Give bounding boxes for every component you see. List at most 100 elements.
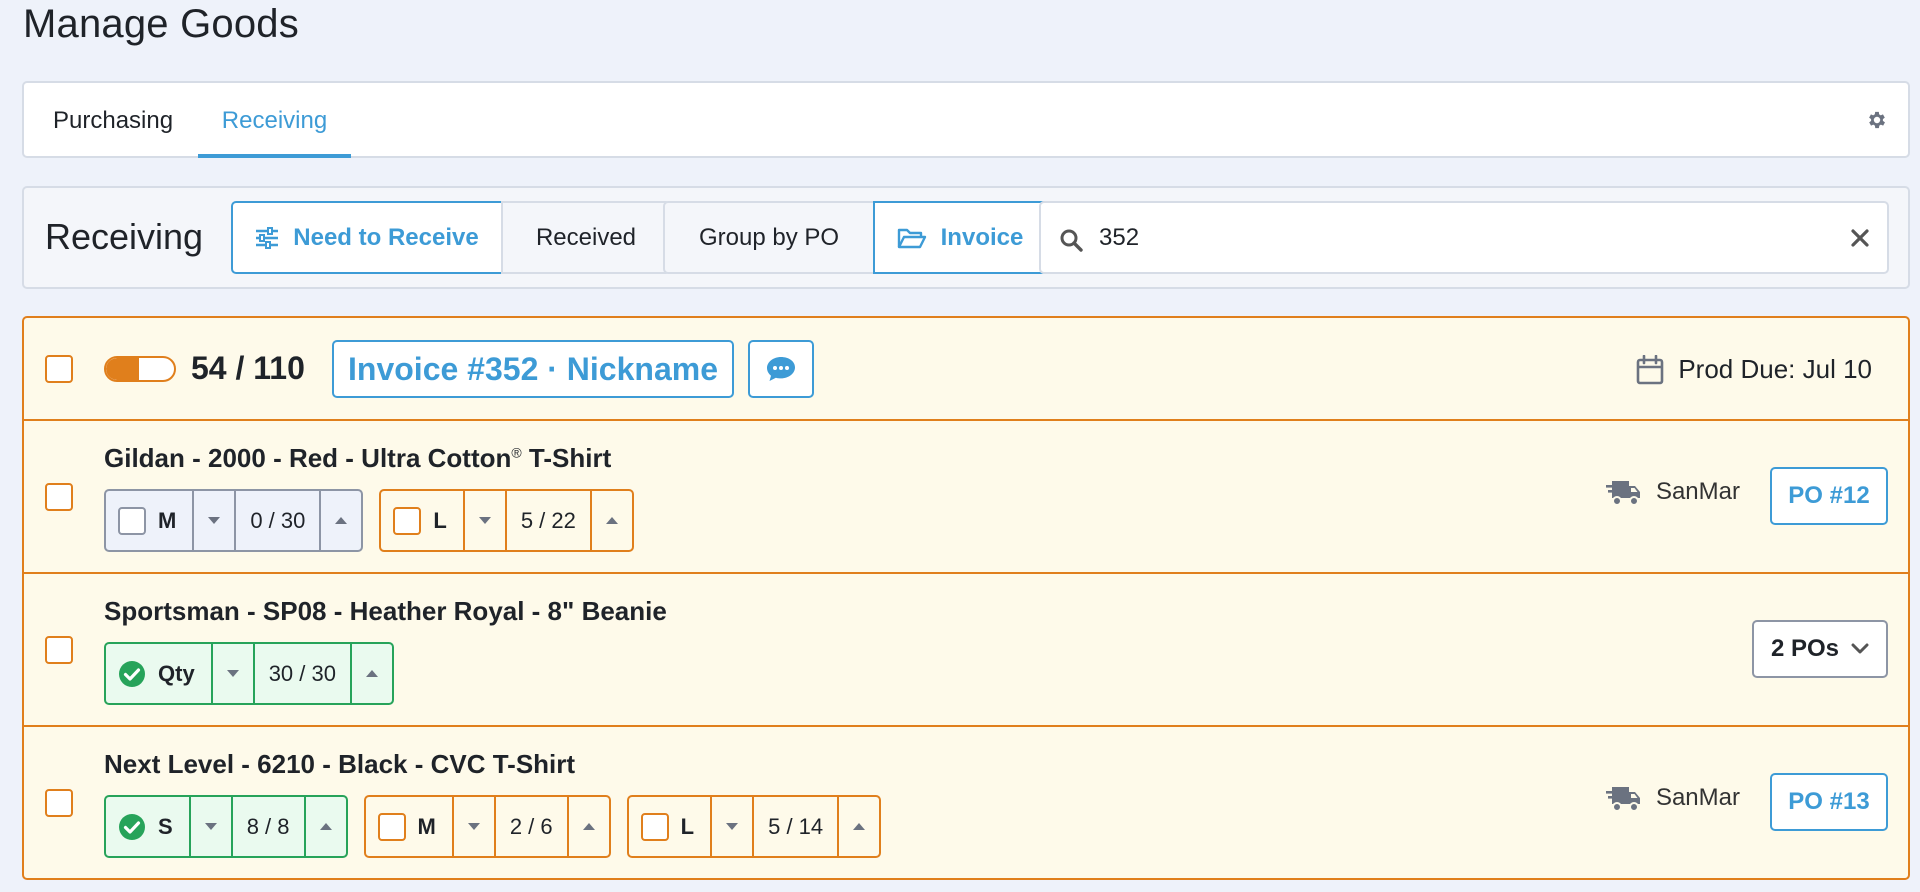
item-row: Gildan - 2000 - Red - Ultra Cotton® T-Sh… [24, 421, 1908, 574]
vendor-info: SanMar [1605, 783, 1740, 813]
size-group-qty: Qty 30 / 30 [104, 642, 394, 705]
decrement-button[interactable] [188, 797, 231, 856]
decrement-button[interactable] [210, 644, 253, 703]
vendor-name: SanMar [1655, 784, 1740, 811]
increment-button[interactable] [303, 797, 346, 856]
size-checkbox[interactable] [393, 506, 422, 535]
item-title: Next Level - 6210 - Black - CVC T-Shirt [104, 749, 576, 779]
group-by-invoice-button[interactable]: Invoice [873, 201, 1047, 274]
chat-bubble-icon [767, 357, 795, 381]
sliders-icon [256, 226, 279, 249]
comments-button[interactable] [748, 340, 814, 398]
invoice-header-row: 54 / 110 Invoice #352 · Nickname Prod Du… [24, 318, 1908, 421]
size-label: Qty [158, 660, 195, 686]
decrement-button[interactable] [192, 491, 234, 550]
size-label: M [158, 507, 177, 533]
size-list: S 8 / 8 M 2 / 6 L 5 / 14 [104, 795, 882, 858]
chevron-down-icon [1851, 643, 1869, 654]
increment-button[interactable] [566, 797, 609, 856]
caret-up-icon [582, 823, 595, 830]
tab-receiving[interactable]: Receiving [198, 83, 351, 158]
toolbar-title: Receiving [45, 216, 204, 257]
group-by-po-button[interactable]: Group by PO [663, 201, 875, 274]
size-checkbox[interactable] [118, 506, 146, 535]
item-row: Next Level - 6210 - Black - CVC T-Shirt … [24, 727, 1908, 878]
size-label: S [158, 813, 173, 839]
caret-down-icon [204, 823, 217, 830]
size-group-l: L 5 / 14 [626, 795, 882, 858]
po-link-button[interactable]: PO #13 [1770, 773, 1888, 831]
po-link-button[interactable]: PO #12 [1770, 467, 1888, 525]
caret-down-icon [467, 823, 480, 830]
size-quantity: 8 / 8 [230, 797, 304, 856]
item-select-checkbox[interactable] [45, 636, 73, 664]
decrement-button[interactable] [451, 797, 494, 856]
size-quantity: 2 / 6 [493, 797, 567, 856]
folder-open-icon [897, 228, 926, 248]
need-to-receive-button[interactable]: Need to Receive [231, 201, 503, 274]
caret-down-icon [726, 823, 739, 830]
size-list: M 0 / 30 L 5 / 22 [104, 489, 634, 552]
increment-button[interactable] [589, 491, 632, 550]
invoice-select-checkbox[interactable] [45, 355, 73, 383]
caret-up-icon [335, 517, 348, 524]
size-quantity: 0 / 30 [234, 491, 319, 550]
increment-button[interactable] [319, 491, 361, 550]
size-group-l: L 5 / 22 [379, 489, 634, 552]
size-label: M [417, 813, 436, 839]
invoice-label: Invoice [940, 223, 1024, 251]
prod-due-label: Prod Due: Jul 10 [1678, 354, 1872, 384]
size-group-s: S 8 / 8 [104, 795, 348, 858]
check-circle-icon[interactable] [118, 813, 146, 841]
caret-down-icon [226, 670, 239, 677]
receive-progress-bar [104, 356, 176, 382]
size-group-m: M 0 / 30 [104, 489, 364, 552]
check-circle-icon[interactable] [118, 660, 146, 688]
receive-progress-fill [106, 358, 140, 380]
received-button[interactable]: Received [501, 201, 671, 274]
calendar-icon [1637, 354, 1664, 384]
caret-up-icon [319, 823, 332, 830]
decrement-button[interactable] [462, 491, 505, 550]
invoice-panel: 54 / 110 Invoice #352 · Nickname Prod Du… [22, 316, 1910, 880]
close-icon[interactable] [1851, 229, 1869, 247]
tab-purchasing[interactable]: Purchasing [53, 83, 173, 158]
caret-down-icon [478, 517, 491, 524]
size-label: L [680, 813, 695, 839]
search-icon [1060, 229, 1083, 252]
truck-icon [1605, 787, 1640, 812]
search-box [1039, 201, 1889, 274]
item-title: Sportsman - SP08 - Heather Royal - 8" Be… [104, 596, 667, 626]
gear-icon[interactable] [1866, 109, 1888, 131]
vendor-name: SanMar [1655, 478, 1740, 505]
tabs-bar: Purchasing Receiving [22, 81, 1910, 158]
size-label: L [433, 507, 447, 533]
size-quantity: 5 / 22 [504, 491, 590, 550]
size-group-m: M 2 / 6 [363, 795, 611, 858]
item-select-checkbox[interactable] [45, 789, 73, 817]
pos-dropdown-button[interactable]: 2 POs [1752, 620, 1888, 678]
caret-up-icon [605, 517, 618, 524]
prod-due-date: Prod Due: Jul 10 [1636, 354, 1872, 385]
vendor-info: SanMar [1605, 477, 1740, 507]
search-input[interactable] [1099, 217, 1799, 259]
caret-up-icon [853, 823, 866, 830]
caret-down-icon [208, 517, 221, 524]
increment-button[interactable] [349, 644, 392, 703]
receiving-toolbar: Receiving Need to Receive Received Group… [22, 186, 1910, 289]
size-checkbox[interactable] [640, 812, 669, 841]
invoice-nickname-button[interactable]: Invoice #352 · Nickname [332, 340, 734, 398]
pos-label: 2 POs [1770, 635, 1840, 662]
truck-icon [1605, 481, 1640, 506]
item-title: Gildan - 2000 - Red - Ultra Cotton® T-Sh… [104, 443, 612, 473]
size-checkbox[interactable] [377, 812, 406, 841]
item-select-checkbox[interactable] [45, 483, 73, 511]
caret-up-icon [365, 670, 378, 677]
increment-button[interactable] [837, 797, 879, 856]
decrement-button[interactable] [710, 797, 752, 856]
size-list: Qty 30 / 30 [104, 642, 394, 705]
size-quantity: 30 / 30 [252, 644, 350, 703]
page-title: Manage Goods [23, 2, 299, 46]
received-count: 54 / 110 [191, 350, 305, 386]
need-to-receive-label: Need to Receive [293, 223, 479, 251]
